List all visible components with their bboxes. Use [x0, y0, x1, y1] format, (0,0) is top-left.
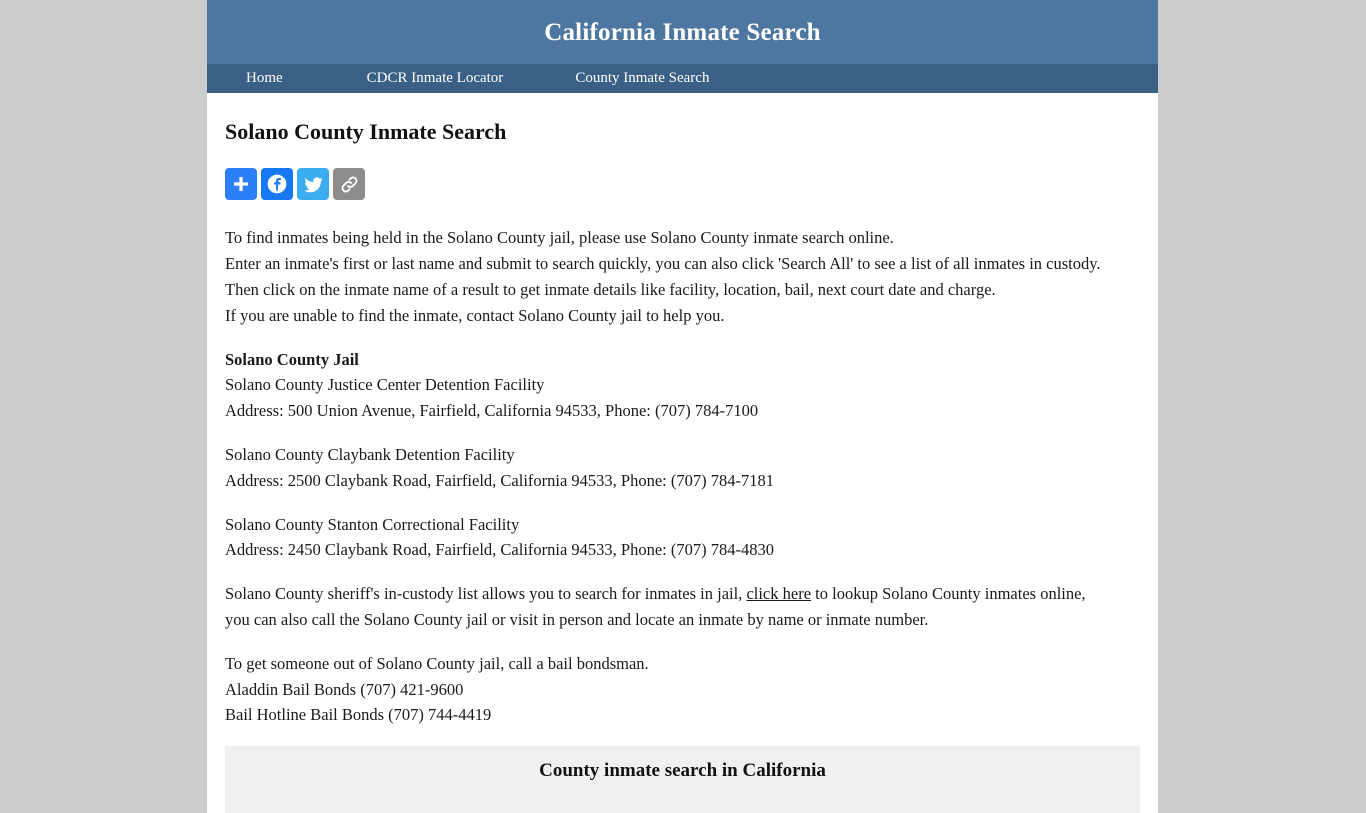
site-header: California Inmate Search — [207, 0, 1158, 64]
nav-item-cdcr-inmate-locator[interactable]: CDCR Inmate Locator — [367, 64, 504, 93]
custody-list-block: Solano County sheriff's in-custody list … — [225, 581, 1105, 633]
bail-line-3: Bail Hotline Bail Bonds (707) 744-4419 — [225, 705, 492, 725]
facility-1-name: Solano County Justice Center Detention F… — [225, 375, 545, 395]
intro-line-1: To find inmates being held in the Solano… — [225, 228, 894, 248]
intro-line-4: If you are unable to find the inmate, co… — [225, 305, 725, 325]
site-title: California Inmate Search — [544, 18, 821, 46]
nav-item-county-inmate-search[interactable]: County Inmate Search — [575, 64, 709, 93]
intro-text-block: To find inmates being held in the Solano… — [225, 225, 1105, 328]
twitter-icon — [303, 174, 324, 195]
main-content: Solano County Inmate Search To find inma… — [207, 119, 1158, 728]
share-twitter-button[interactable] — [297, 168, 329, 201]
custody-text-before: Solano County sheriff's in-custody list … — [225, 584, 747, 604]
plus-icon — [231, 174, 251, 194]
share-copy-link-button[interactable] — [333, 168, 365, 201]
jail-info-block: Solano County Jail Solano County Justice… — [225, 347, 1105, 564]
bail-bonds-block: To get someone out of Solano County jail… — [225, 651, 1105, 728]
link-icon — [339, 174, 360, 195]
share-addthis-button[interactable] — [225, 168, 257, 201]
bail-line-2: Aladdin Bail Bonds (707) 421-9600 — [225, 679, 464, 699]
page-title: Solano County Inmate Search — [225, 119, 507, 144]
custody-paragraph: Solano County sheriff's in-custody list … — [225, 581, 1105, 633]
facility-2-name: Solano County Claybank Detention Facilit… — [225, 444, 515, 464]
facility-1-address: Address: 500 Union Avenue, Fairfield, Ca… — [225, 401, 759, 421]
share-facebook-button[interactable] — [261, 168, 293, 201]
click-here-link[interactable]: click here — [746, 584, 811, 603]
county-search-panel: County inmate search in California — [225, 746, 1140, 813]
county-search-panel-heading: County inmate search in California — [539, 760, 826, 782]
jail-heading: Solano County Jail — [225, 349, 359, 369]
facility-3-name: Solano County Stanton Correctional Facil… — [225, 514, 520, 534]
main-navigation: Home CDCR Inmate Locator County Inmate S… — [207, 64, 1158, 93]
facility-3-address: Address: 2450 Claybank Road, Fairfield, … — [225, 540, 775, 560]
facility-2-address: Address: 2500 Claybank Road, Fairfield, … — [225, 470, 775, 490]
nav-item-home[interactable]: Home — [246, 64, 283, 93]
facebook-icon — [266, 173, 288, 195]
bail-line-1: To get someone out of Solano County jail… — [225, 653, 649, 673]
share-button-row — [225, 168, 1140, 201]
page-container: California Inmate Search Home CDCR Inmat… — [207, 0, 1158, 813]
intro-line-2: Enter an inmate's first or last name and… — [225, 254, 1101, 274]
intro-line-3: Then click on the inmate name of a resul… — [225, 279, 996, 299]
